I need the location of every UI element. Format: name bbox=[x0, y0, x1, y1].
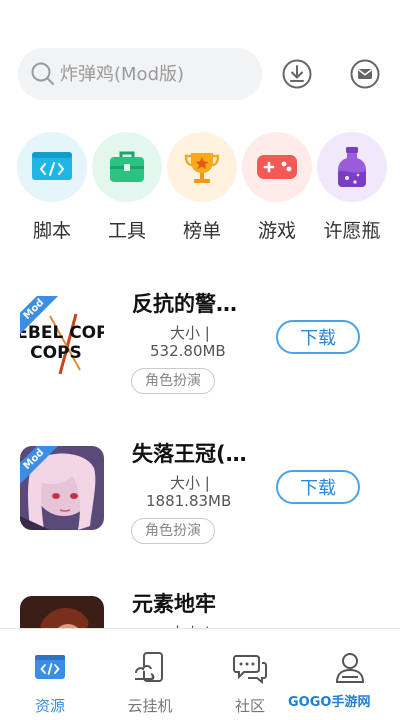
download-button[interactable]: 下载 bbox=[276, 470, 360, 504]
app-name[interactable]: 失落王冠(… bbox=[132, 438, 247, 468]
category-label: 脚本 bbox=[32, 220, 71, 242]
nav-label: 社区 bbox=[234, 697, 265, 715]
app-name[interactable]: 元素地牢 bbox=[132, 588, 216, 618]
nav-item-profile[interactable] bbox=[310, 651, 390, 685]
category-label: 工具 bbox=[107, 220, 146, 242]
nav-item-cloud-hosting[interactable]: 云挂机 bbox=[110, 651, 190, 716]
category-games[interactable]: 游戏 bbox=[241, 132, 313, 243]
search-input[interactable] bbox=[60, 63, 250, 85]
category-script[interactable]: 脚本 bbox=[16, 132, 88, 243]
category-tools[interactable]: 工具 bbox=[91, 132, 163, 243]
category-label: 许愿瓶 bbox=[323, 220, 381, 242]
app-size: 532.80MB bbox=[150, 342, 226, 360]
app-icon: Mod bbox=[20, 446, 104, 530]
bottom-nav: 资源 云挂机 社区 GOGO手游网 bbox=[0, 628, 400, 720]
list-item[interactable]: REBEL COPS COPS Mod 反抗的警… 大小 | 532.80MB … bbox=[20, 292, 380, 396]
code-window-icon bbox=[35, 655, 65, 679]
nav-label: 资源 bbox=[34, 697, 65, 715]
category-label: 榜单 bbox=[182, 220, 221, 242]
genre-tag[interactable]: 角色扮演 bbox=[131, 368, 215, 394]
app-size-label: 大小 | bbox=[170, 324, 210, 342]
mail-icon[interactable] bbox=[349, 58, 381, 90]
search-icon bbox=[31, 62, 54, 85]
user-icon bbox=[335, 653, 365, 683]
download-icon[interactable] bbox=[281, 58, 313, 90]
phone-cloud-icon bbox=[135, 652, 163, 682]
category-label: 游戏 bbox=[257, 220, 296, 242]
app-logo-text: REBEL COPS bbox=[20, 323, 104, 343]
nav-label: 云挂机 bbox=[127, 697, 173, 715]
app-name[interactable]: 反抗的警… bbox=[132, 288, 237, 318]
nav-item-community[interactable]: 社区 bbox=[210, 651, 290, 716]
bottle-icon bbox=[317, 132, 387, 202]
watermark: GOGO手游网 bbox=[288, 695, 371, 710]
category-wish-bottle[interactable]: 许愿瓶 bbox=[316, 132, 388, 243]
genre-tag[interactable]: 角色扮演 bbox=[131, 518, 215, 544]
gamepad-icon bbox=[242, 132, 312, 202]
search-bar[interactable] bbox=[18, 48, 262, 100]
category-ranking[interactable]: 榜单 bbox=[166, 132, 238, 243]
trophy-icon bbox=[167, 132, 237, 202]
chat-bubbles-icon bbox=[233, 655, 267, 685]
nav-item-resources[interactable]: 资源 bbox=[10, 651, 90, 716]
app-size-label: 大小 | bbox=[170, 474, 210, 492]
download-button[interactable]: 下载 bbox=[276, 320, 360, 354]
toolbox-icon bbox=[92, 132, 162, 202]
app-icon: REBEL COPS COPS Mod bbox=[20, 296, 104, 380]
list-item[interactable]: Mod 失落王冠(… 大小 | 1881.83MB 角色扮演 下载 bbox=[20, 442, 380, 546]
code-icon bbox=[17, 132, 87, 202]
svg-text:COPS: COPS bbox=[30, 343, 82, 363]
app-size: 1881.83MB bbox=[146, 492, 232, 510]
